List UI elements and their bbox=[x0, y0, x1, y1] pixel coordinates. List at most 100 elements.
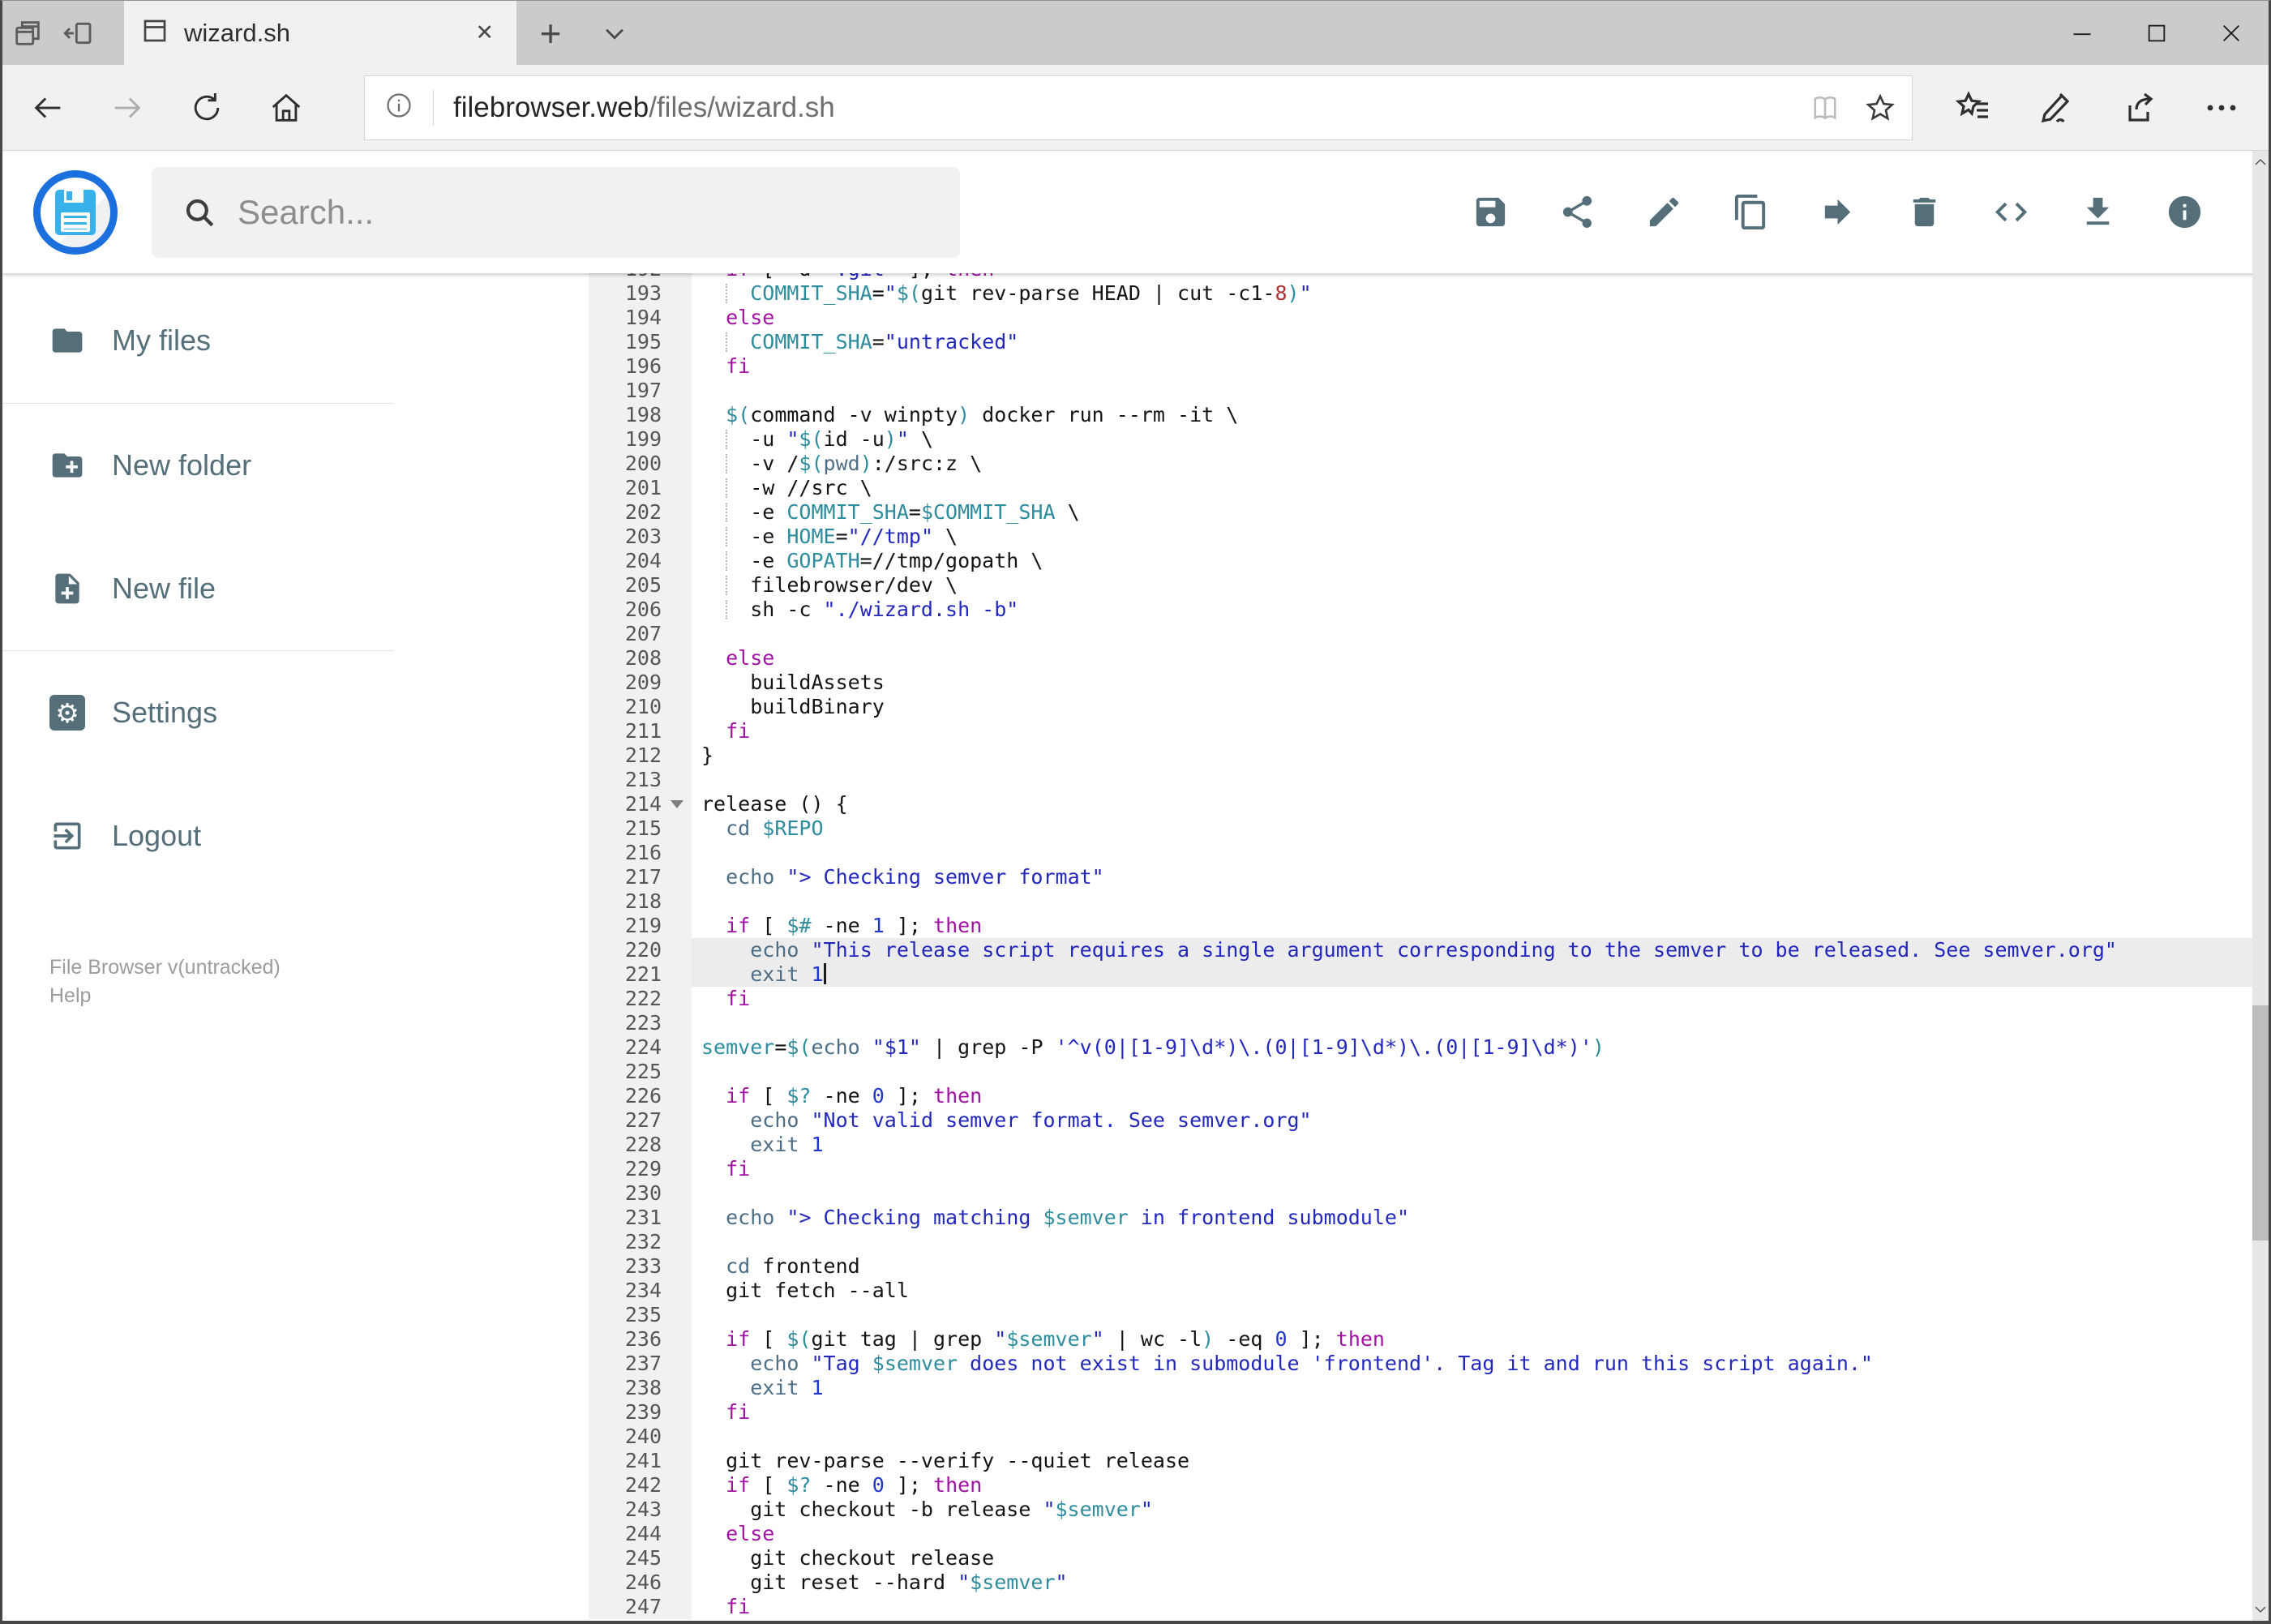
info-button[interactable] bbox=[2166, 193, 2204, 231]
code-line[interactable]: 200 -v /$(pwd):/src:z \ bbox=[589, 452, 2252, 476]
code-line-text[interactable]: } bbox=[692, 743, 2252, 768]
code-line[interactable]: 222 fi bbox=[589, 987, 2252, 1011]
code-line[interactable]: 239 fi bbox=[589, 1400, 2252, 1425]
code-line-text[interactable]: if [ $? -ne 0 ]; then bbox=[692, 1084, 2252, 1108]
code-line[interactable]: 243 git checkout -b release "$semver" bbox=[589, 1498, 2252, 1522]
code-line-text[interactable]: else bbox=[692, 306, 2252, 330]
add-favorite-star-icon[interactable] bbox=[1863, 91, 1897, 125]
sidebar-item-my-files[interactable]: My files bbox=[49, 302, 211, 379]
code-line-text[interactable]: COMMIT_SHA="untracked" bbox=[692, 330, 2252, 354]
set-tabs-aside-icon[interactable] bbox=[53, 1, 103, 65]
code-line-text[interactable]: exit 1 bbox=[692, 962, 2252, 987]
code-line-text[interactable]: fi bbox=[692, 719, 2252, 743]
code-line[interactable]: 205 filebrowser/dev \ bbox=[589, 573, 2252, 598]
code-line[interactable]: 237 echo "Tag $semver does not exist in … bbox=[589, 1352, 2252, 1376]
code-line[interactable]: 244 else bbox=[589, 1522, 2252, 1546]
share-file-button[interactable] bbox=[1558, 193, 1596, 231]
code-line[interactable]: 233 cd frontend bbox=[589, 1254, 2252, 1279]
code-line[interactable]: 208 else bbox=[589, 646, 2252, 671]
code-line-text[interactable]: COMMIT_SHA="$(git rev-parse HEAD | cut -… bbox=[692, 281, 2252, 306]
code-line[interactable]: 214 release () { bbox=[589, 792, 2252, 816]
code-line[interactable]: 242 if [ $? -ne 0 ]; then bbox=[589, 1473, 2252, 1498]
code-line-text[interactable]: -e HOME="//tmp" \ bbox=[692, 525, 2252, 549]
sidebar-item-logout[interactable]: Logout bbox=[49, 797, 201, 875]
code-line[interactable]: 207 bbox=[589, 622, 2252, 646]
code-line-text[interactable]: filebrowser/dev \ bbox=[692, 573, 2252, 598]
code-line[interactable]: 209 buildAssets bbox=[589, 671, 2252, 695]
code-line[interactable]: 238 exit 1 bbox=[589, 1376, 2252, 1400]
search-input[interactable] bbox=[238, 192, 886, 232]
code-line-text[interactable]: else bbox=[692, 1522, 2252, 1546]
code-line-text[interactable]: -w //src \ bbox=[692, 476, 2252, 500]
browser-tab-wizard-sh[interactable]: wizard.sh ✕ bbox=[124, 1, 516, 65]
code-line-text[interactable]: fi bbox=[692, 1595, 2252, 1619]
code-line-text[interactable] bbox=[692, 1230, 2252, 1254]
scroll-down-icon[interactable] bbox=[2252, 1598, 2269, 1621]
code-line[interactable]: 219 if [ $# -ne 1 ]; then bbox=[589, 914, 2252, 938]
code-line-text[interactable] bbox=[692, 1060, 2252, 1084]
move-button[interactable] bbox=[1819, 193, 1857, 231]
code-line[interactable]: 213 bbox=[589, 768, 2252, 792]
code-line-text[interactable] bbox=[692, 1181, 2252, 1206]
code-line[interactable]: 241 git rev-parse --verify --quiet relea… bbox=[589, 1449, 2252, 1473]
code-line[interactable]: 204 -e GOPATH=//tmp/gopath \ bbox=[589, 549, 2252, 573]
code-line-text[interactable]: git checkout release bbox=[692, 1546, 2252, 1570]
code-line[interactable]: 192 if [ -d ".git" ]; then bbox=[589, 273, 2252, 281]
code-line[interactable]: 223 bbox=[589, 1011, 2252, 1035]
share-icon[interactable] bbox=[2117, 84, 2161, 132]
code-line[interactable]: 220 echo "This release script requires a… bbox=[589, 938, 2252, 962]
tab-dropdown-icon[interactable] bbox=[585, 1, 645, 65]
code-line[interactable]: 230 bbox=[589, 1181, 2252, 1206]
code-line-text[interactable]: git checkout -b release "$semver" bbox=[692, 1498, 2252, 1522]
code-line[interactable]: 246 git reset --hard "$semver" bbox=[589, 1570, 2252, 1595]
file-browser-logo[interactable] bbox=[33, 169, 118, 255]
code-line-text[interactable]: $(command -v winpty) docker run --rm -it… bbox=[692, 403, 2252, 427]
scrollbar-thumb[interactable] bbox=[2252, 1005, 2269, 1240]
code-line-text[interactable]: else bbox=[692, 646, 2252, 671]
sidebar-item-new-folder[interactable]: New folder bbox=[49, 426, 251, 504]
code-line-text[interactable] bbox=[692, 622, 2252, 646]
code-line-text[interactable]: exit 1 bbox=[692, 1133, 2252, 1157]
fold-arrow-icon[interactable] bbox=[670, 800, 683, 808]
code-line[interactable]: 196 fi bbox=[589, 354, 2252, 379]
switch-editor-code-button[interactable] bbox=[1992, 193, 2030, 231]
code-line[interactable]: 232 bbox=[589, 1230, 2252, 1254]
code-line-text[interactable] bbox=[692, 889, 2252, 914]
code-line[interactable]: 229 fi bbox=[589, 1157, 2252, 1181]
code-line[interactable]: 231 echo "> Checking matching $semver in… bbox=[589, 1206, 2252, 1230]
code-editor[interactable]: 192 if [ -d ".git" ]; then193 COMMIT_SHA… bbox=[589, 273, 2252, 1621]
code-line[interactable]: 240 bbox=[589, 1425, 2252, 1449]
window-close-button[interactable] bbox=[2194, 1, 2269, 65]
code-line[interactable]: 195 COMMIT_SHA="untracked" bbox=[589, 330, 2252, 354]
code-line[interactable]: 198 $(command -v winpty) docker run --rm… bbox=[589, 403, 2252, 427]
code-line[interactable]: 221 exit 1 bbox=[589, 962, 2252, 987]
code-line-text[interactable]: -v /$(pwd):/src:z \ bbox=[692, 452, 2252, 476]
code-line-text[interactable]: if [ $? -ne 0 ]; then bbox=[692, 1473, 2252, 1498]
code-line-text[interactable]: if [ $(git tag | grep "$semver" | wc -l)… bbox=[692, 1327, 2252, 1352]
code-line-text[interactable]: exit 1 bbox=[692, 1376, 2252, 1400]
code-line-text[interactable]: semver=$(echo "$1" | grep -P '^v(0|[1-9]… bbox=[692, 1035, 2252, 1060]
code-line-text[interactable] bbox=[692, 1303, 2252, 1327]
sidebar-item-settings[interactable]: ⚙ Settings bbox=[49, 674, 217, 752]
code-line-text[interactable] bbox=[692, 841, 2252, 865]
code-line-text[interactable]: fi bbox=[692, 1157, 2252, 1181]
code-line-text[interactable]: if [ -d ".git" ]; then bbox=[692, 273, 2252, 281]
code-line[interactable]: 225 bbox=[589, 1060, 2252, 1084]
code-line-text[interactable]: -e GOPATH=//tmp/gopath \ bbox=[692, 549, 2252, 573]
code-line[interactable]: 197 bbox=[589, 379, 2252, 403]
site-info-icon[interactable] bbox=[384, 91, 413, 124]
code-line[interactable]: 234 git fetch --all bbox=[589, 1279, 2252, 1303]
code-line-text[interactable]: if [ $# -ne 1 ]; then bbox=[692, 914, 2252, 938]
code-line-text[interactable]: git rev-parse --verify --quiet release bbox=[692, 1449, 2252, 1473]
sidebar-item-new-file[interactable]: New file bbox=[49, 550, 216, 628]
code-line-text[interactable]: echo "> Checking semver format" bbox=[692, 865, 2252, 889]
search-box[interactable] bbox=[152, 166, 960, 258]
code-line[interactable]: 216 bbox=[589, 841, 2252, 865]
code-line-text[interactable]: buildAssets bbox=[692, 671, 2252, 695]
back-icon[interactable] bbox=[24, 84, 72, 132]
code-line-text[interactable]: git reset --hard "$semver" bbox=[692, 1570, 2252, 1595]
code-line[interactable]: 218 bbox=[589, 889, 2252, 914]
code-line[interactable]: 194 else bbox=[589, 306, 2252, 330]
code-line[interactable]: 193 COMMIT_SHA="$(git rev-parse HEAD | c… bbox=[589, 281, 2252, 306]
code-line-text[interactable]: cd $REPO bbox=[692, 816, 2252, 841]
